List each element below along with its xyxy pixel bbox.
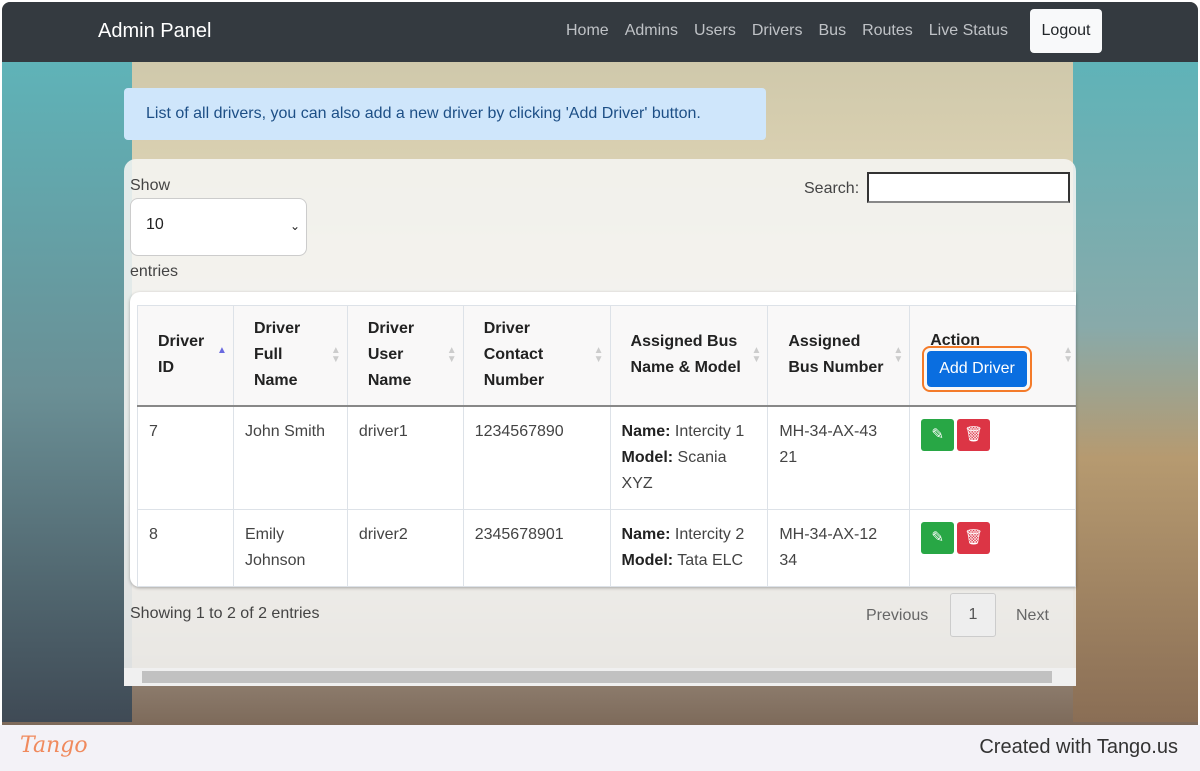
drivers-card: Show 10 ⌄ entries Search: Driver ID ▲ Driv… [124, 159, 1076, 686]
sort-icon: ▲ ▼ [1063, 345, 1073, 365]
header-action[interactable]: Action Add Driver ▲ ▼ [909, 305, 1076, 407]
nav-live-status[interactable]: Live Status [921, 22, 1016, 40]
cell-bus-number: MH-34-AX-4321 [767, 405, 911, 510]
header-full-name[interactable]: Driver Full Name ▲ ▼ [232, 305, 348, 407]
cell-contact: 2345678901 [462, 508, 611, 587]
header-contact[interactable]: Driver Contact Number ▲ ▼ [462, 305, 611, 407]
background-image [2, 62, 132, 722]
credit-text: Created with Tango.us [979, 736, 1178, 758]
table-row: 8 Emily Johnson driver2 2345678901 Name:… [137, 508, 1076, 587]
cell-actions: ✎ 🗑 [909, 508, 1076, 587]
logout-button[interactable]: Logout [1030, 9, 1102, 53]
edit-pencil-icon[interactable]: ✎ [921, 521, 955, 554]
cell-full-name: Emily Johnson [232, 508, 348, 587]
brand[interactable]: Admin Panel [98, 20, 211, 43]
cell-bus: Name: Intercity 1 Model: Scania XYZ [609, 405, 769, 510]
table-header: Driver ID ▲ Driver Full Name ▲ ▼ Driver Use… [137, 305, 1076, 407]
drivers-table: Driver ID ▲ Driver Full Name ▲ ▼ Driver Use… [137, 305, 1076, 587]
navbar: Admin Panel Home Admins Users Drivers Bu… [2, 2, 1198, 62]
nav-drivers[interactable]: Drivers [744, 22, 811, 40]
edit-pencil-icon[interactable]: ✎ [921, 418, 955, 451]
sort-icon: ▲ ▼ [446, 345, 457, 365]
tango-logo: Tango [20, 733, 88, 758]
entries-label: entries [130, 263, 179, 280]
header-bus-number[interactable]: Assigned Bus Number ▲ ▼ [767, 305, 911, 407]
cell-contact: 1234567890 [462, 405, 611, 510]
chevron-down-icon: ⌄ [289, 219, 300, 233]
cell-bus: Name: Intercity 2 Model: Tata ELC [609, 508, 769, 587]
sort-icon: ▲ ▼ [330, 345, 341, 365]
sort-icon: ▲ ▼ [593, 345, 604, 365]
footer: Tango Created with Tango.us [0, 725, 1200, 771]
entries-select[interactable]: 10 ⌄ [130, 198, 307, 256]
cell-id: 7 [137, 405, 234, 510]
delete-trash-icon[interactable]: 🗑 [957, 521, 991, 554]
scrollbar-thumb[interactable] [142, 671, 1052, 683]
info-alert: List of all drivers, you can also add a … [124, 88, 766, 140]
show-label: Show [130, 177, 171, 194]
sort-asc-icon: ▲ [217, 345, 227, 356]
delete-trash-icon[interactable]: 🗑 [957, 418, 991, 451]
table-container: Driver ID ▲ Driver Full Name ▲ ▼ Driver Use… [130, 292, 1076, 587]
previous-button[interactable]: Previous [866, 607, 928, 625]
background-image [1073, 62, 1198, 722]
next-button[interactable]: Next [1016, 607, 1049, 625]
pagination-info: Showing 1 to 2 of 2 entries [130, 605, 320, 622]
search-input[interactable] [867, 172, 1070, 203]
table-row: 7 John Smith driver1 1234567890 Name: In… [137, 405, 1076, 510]
sort-icon: ▲ ▼ [751, 345, 762, 365]
header-bus-name-model[interactable]: Assigned Bus Name & Model ▲ ▼ [609, 305, 769, 407]
search-label: Search: [804, 180, 860, 197]
page-1-button[interactable]: 1 [950, 593, 996, 637]
header-user-name[interactable]: Driver User Name ▲ ▼ [346, 305, 464, 407]
nav-home[interactable]: Home [558, 22, 617, 40]
nav-users[interactable]: Users [686, 22, 744, 40]
app-window: Admin Panel Home Admins Users Drivers Bu… [2, 2, 1198, 725]
nav-bus[interactable]: Bus [811, 22, 855, 40]
header-driver-id[interactable]: Driver ID ▲ [137, 305, 234, 407]
cell-actions: ✎ 🗑 [909, 405, 1076, 510]
sort-icon: ▲ ▼ [893, 345, 904, 365]
cell-username: driver2 [346, 508, 464, 587]
entries-value: 10 [146, 216, 164, 233]
cell-bus-number: MH-34-AX-1234 [767, 508, 911, 587]
horizontal-scrollbar[interactable] [124, 668, 1076, 686]
cell-username: driver1 [346, 405, 464, 510]
cell-id: 8 [137, 508, 234, 587]
add-driver-button[interactable]: Add Driver [922, 346, 1032, 392]
nav-admins[interactable]: Admins [617, 22, 686, 40]
cell-full-name: John Smith [232, 405, 348, 510]
nav-routes[interactable]: Routes [854, 22, 921, 40]
